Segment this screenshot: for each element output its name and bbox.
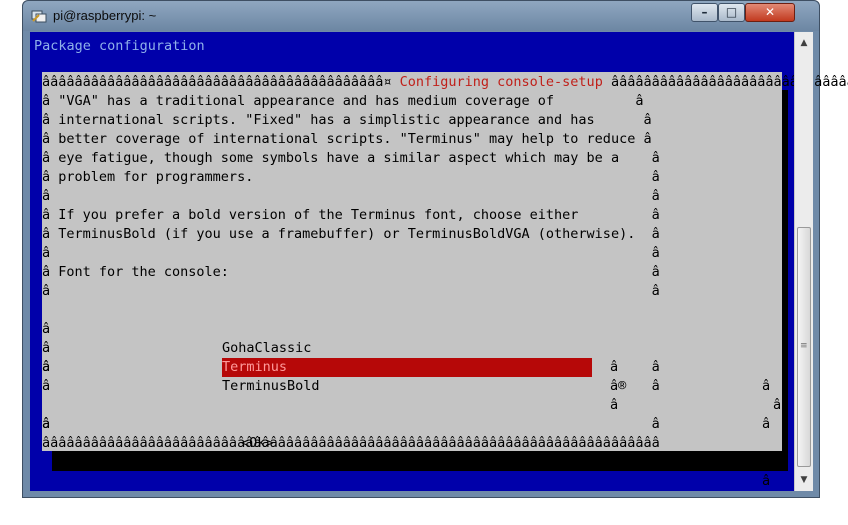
scroll-up-arrow-icon[interactable]: ▲	[795, 34, 813, 52]
minimize-button[interactable]: –	[691, 3, 718, 22]
scroll-grip-icon: ≡	[800, 341, 808, 351]
scrollbar-thumb[interactable]: ≡	[797, 227, 811, 467]
window-title: pi@raspberrypi: ~	[53, 8, 157, 23]
maximize-button[interactable]: □	[718, 3, 745, 22]
dialog-text-line: â â	[42, 416, 660, 432]
dialog-text-line: â If you prefer a bold version of the Te…	[42, 207, 660, 223]
dialog-border-bottom: ââââââââââââââââââââââââââââââââââââââââ…	[42, 435, 660, 451]
dialog-text-line: â â	[42, 188, 660, 204]
putty-window: pi@raspberrypi: ~ – □ ✕ Package configur…	[22, 0, 848, 498]
dialog-title-line: ââââââââââââââââââââââââââââââââââââââââ…	[42, 73, 848, 92]
dialog-border-right: â	[762, 473, 771, 489]
close-button[interactable]: ✕	[745, 3, 795, 22]
console-setup-dialog: ââââââââââââââââââââââââââââââââââââââââ…	[42, 72, 848, 489]
font-option-terminus[interactable]: â Terminus â® â	[42, 320, 782, 413]
dialog-text-line: â â	[42, 245, 660, 261]
dialog-text-line: â â	[42, 283, 660, 299]
dialog-text-line: â international scripts. "Fixed" has a s…	[42, 112, 652, 128]
dialog-text-line: â "VGA" has a traditional appearance and…	[42, 93, 644, 109]
title-bar[interactable]: pi@raspberrypi: ~ – □ ✕	[23, 1, 819, 31]
dialog-text-line: â TerminusBold (if you use a framebuffer…	[42, 226, 660, 242]
dialog-button-row: â <Ok> <Cancel> â	[42, 396, 782, 489]
dialog-text-line: â â	[42, 378, 660, 394]
dialog-text-line: â eye fatigue, though some symbols have …	[42, 150, 660, 166]
font-prompt-line: â Font for the console: â	[42, 264, 660, 280]
putty-icon	[31, 10, 47, 23]
cancel-button[interactable]: <Cancel>	[506, 453, 571, 472]
terminal-area[interactable]: Package configuration ââââââââââââââââââ…	[30, 32, 848, 491]
dialog-border-top-left: ââââââââââââââââââââââââââââââââââââââââ…	[42, 74, 400, 90]
dialog-text-line: â better coverage of international scrip…	[42, 131, 652, 147]
package-config-header: Package configuration	[34, 38, 205, 54]
vertical-scrollbar[interactable]: ▲ ≡ ▼	[794, 32, 813, 491]
scroll-down-arrow-icon[interactable]: ▼	[795, 471, 813, 489]
dialog-text-line: â problem for programmers. â	[42, 169, 660, 185]
font-option-terminusbold[interactable]: â TerminusBold â â	[42, 339, 782, 432]
dialog-text-line: â â	[42, 359, 660, 375]
dialog-title: Configuring console-setup	[399, 74, 603, 90]
font-option-gohaclassic[interactable]: â GohaClassic â â	[42, 301, 782, 394]
